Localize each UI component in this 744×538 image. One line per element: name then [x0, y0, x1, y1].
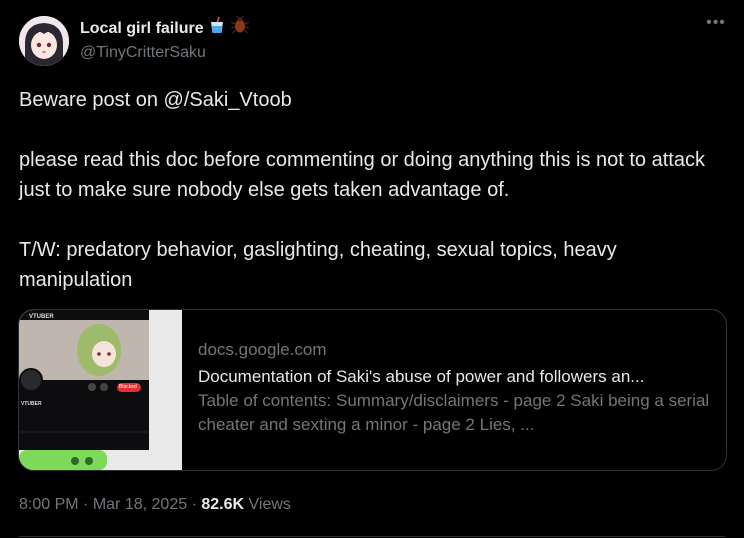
link-card[interactable]: VTUBER VTUBER Blocked docs.google.com Do… — [18, 309, 727, 471]
display-name-text[interactable]: Local girl failure — [80, 18, 204, 40]
link-card-title[interactable]: Documentation of Saki's abuse of power a… — [198, 365, 718, 389]
views-label: Views — [248, 496, 291, 513]
post-line-3: T/W: predatory behavior, gaslighting, ch… — [19, 239, 617, 291]
cup-with-straw-icon — [208, 16, 226, 41]
link-card-body[interactable]: docs.google.com Documentation of Saki's … — [182, 310, 718, 470]
thumb-label-2: VTUBER — [21, 401, 42, 407]
meta-separator: · — [191, 496, 197, 513]
post-line-2: please read this doc before commenting o… — [19, 149, 705, 201]
more-options-icon[interactable]: ••• — [706, 15, 726, 36]
divider — [19, 536, 725, 537]
tweet: Local girl failure @TinyCritterSaku ••• … — [0, 0, 744, 538]
post-text: Beware post on @/Saki_Vtoob please read … — [19, 85, 719, 295]
thumb-blocked-button: Blocked — [119, 384, 137, 390]
meta-separator: · — [83, 496, 89, 513]
link-card-thumbnail: VTUBER VTUBER Blocked — [19, 310, 182, 470]
post-date[interactable]: Mar 18, 2025 — [93, 496, 187, 513]
avatar[interactable] — [19, 16, 69, 66]
author-block: Local girl failure @TinyCritterSaku — [80, 15, 250, 64]
link-card-domain: docs.google.com — [198, 340, 327, 359]
cockroach-icon — [230, 15, 250, 41]
views-count: 82.6K — [201, 496, 245, 513]
post-meta: 8:00 PM · Mar 18, 2025 · 82.6K Views — [19, 494, 291, 516]
post-time[interactable]: 8:00 PM — [19, 496, 79, 513]
link-card-description: Table of contents: Summary/disclaimers -… — [198, 391, 710, 434]
author-display-name[interactable]: Local girl failure — [80, 15, 250, 41]
thumb-label: VTUBER — [29, 314, 54, 320]
post-line-1: Beware post on @/Saki_Vtoob — [19, 89, 292, 111]
author-handle[interactable]: @TinyCritterSaku — [80, 42, 250, 64]
